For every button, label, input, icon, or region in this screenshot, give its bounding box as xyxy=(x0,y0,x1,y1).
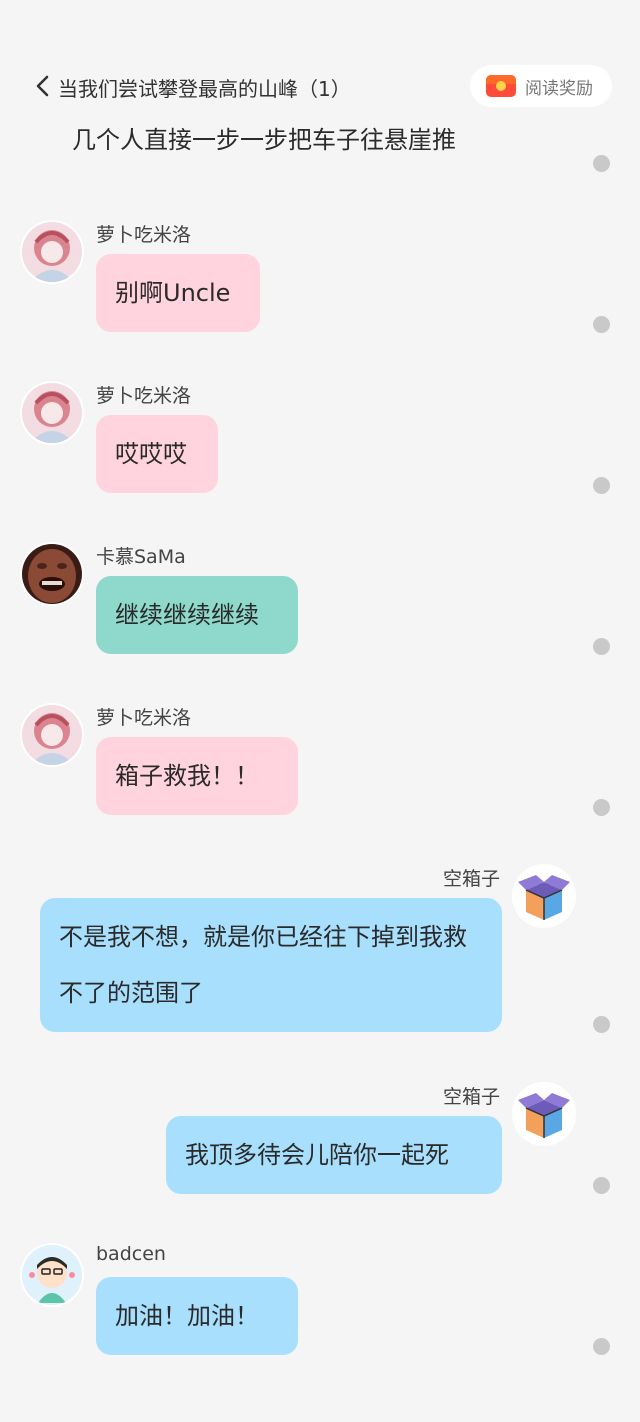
chevron-left-icon[interactable] xyxy=(30,72,58,100)
comment-dot-icon[interactable] xyxy=(593,155,610,172)
comment-dot-icon[interactable] xyxy=(593,1016,610,1033)
chat-bubble[interactable]: 加油！加油！ xyxy=(96,1277,298,1355)
top-bar: 当我们尝试攀登最高的山峰（1） 阅读奖励 xyxy=(0,0,640,110)
chat-bubble[interactable]: 箱子救我！！ xyxy=(96,737,298,815)
comment-dot-icon[interactable] xyxy=(593,638,610,655)
chat-bubble[interactable]: 别啊Uncle xyxy=(96,254,260,332)
comment-dot-icon[interactable] xyxy=(593,1338,610,1355)
comment-dot-icon[interactable] xyxy=(593,799,610,816)
avatar[interactable] xyxy=(20,220,84,284)
avatar[interactable] xyxy=(20,381,84,445)
reading-reward-label: 阅读奖励 xyxy=(525,78,593,99)
reading-reward-button[interactable]: 阅读奖励 xyxy=(470,65,612,107)
sender-name: badcen xyxy=(96,1243,166,1265)
red-envelope-icon xyxy=(486,75,516,97)
comment-dot-icon[interactable] xyxy=(593,1177,610,1194)
sender-name: 萝卜吃米洛 xyxy=(96,385,192,407)
chat-bubble[interactable]: 哎哎哎 xyxy=(96,415,218,493)
sender-name: 萝卜吃米洛 xyxy=(96,707,192,729)
comment-dot-icon[interactable] xyxy=(593,477,610,494)
sender-name: 萝卜吃米洛 xyxy=(96,224,192,246)
open-box-icon[interactable] xyxy=(512,864,576,928)
avatar[interactable] xyxy=(20,542,84,606)
sender-name: 空箱子 xyxy=(442,868,500,890)
chapter-title: 当我们尝试攀登最高的山峰（1） xyxy=(58,77,351,101)
avatar[interactable] xyxy=(20,703,84,767)
open-box-icon[interactable] xyxy=(512,1082,576,1146)
chat-bubble[interactable]: 我顶多待会儿陪你一起死 xyxy=(166,1116,502,1194)
sender-name: 空箱子 xyxy=(442,1086,500,1108)
chat-bubble[interactable]: 继续继续继续 xyxy=(96,576,298,654)
comment-dot-icon[interactable] xyxy=(593,316,610,333)
narration-text: 几个人直接一步一步把车子往悬崖推 xyxy=(72,126,456,154)
sender-name: 卡慕SaMa xyxy=(96,546,186,568)
avatar[interactable] xyxy=(20,1243,84,1307)
chat-bubble[interactable]: 不是我不想，就是你已经往下掉到我救不了的范围了 xyxy=(40,898,502,1032)
